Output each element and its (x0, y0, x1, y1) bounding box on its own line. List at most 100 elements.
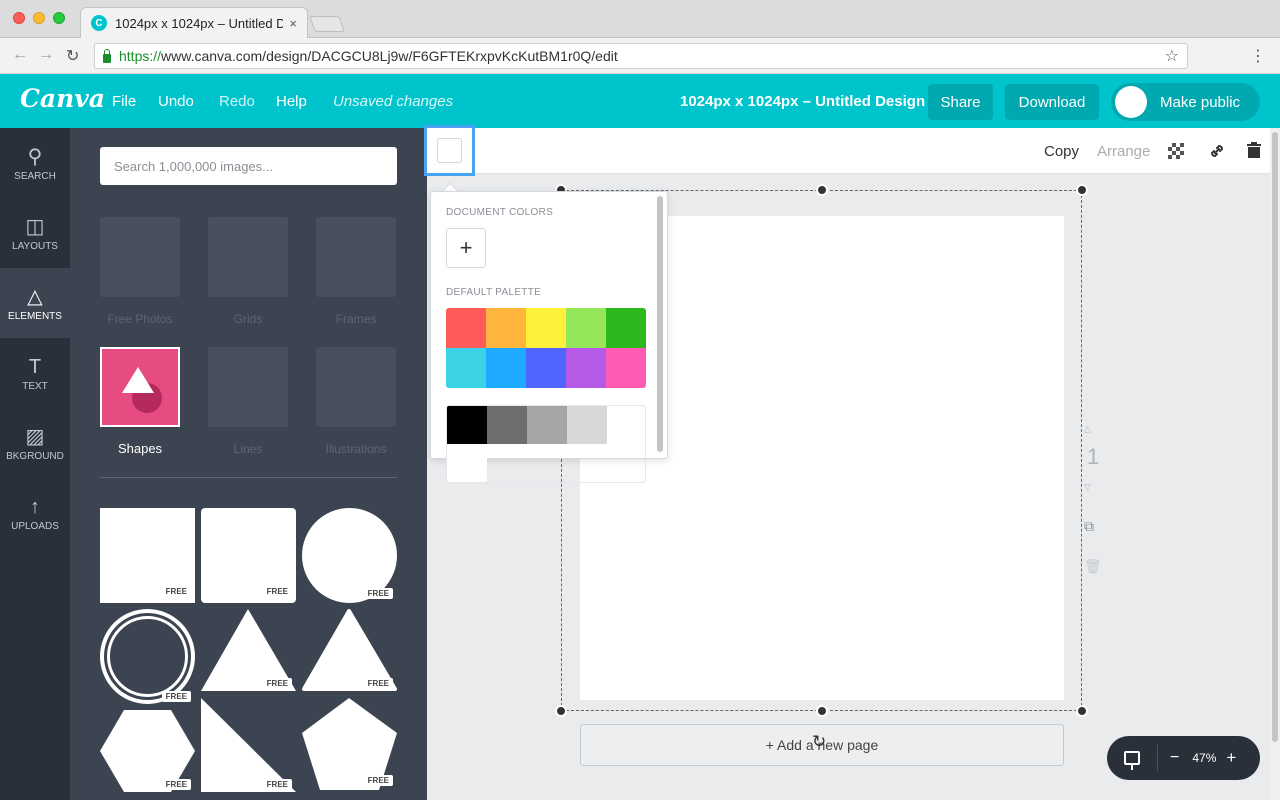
current-color-swatch (437, 138, 462, 163)
browser-menu-icon[interactable]: ⋮ (1250, 46, 1266, 66)
canvas-scrollbar[interactable] (1270, 128, 1280, 800)
resize-handle[interactable] (816, 705, 828, 717)
reload-icon[interactable]: ↻ (66, 46, 79, 66)
color-picker-button[interactable] (424, 125, 475, 176)
color-swatch[interactable] (487, 406, 527, 444)
tab-close-icon[interactable]: × (289, 16, 297, 31)
default-palette-grays (446, 405, 646, 483)
download-button[interactable]: Download (1005, 84, 1099, 120)
resize-handle[interactable] (816, 184, 828, 196)
color-swatch[interactable] (486, 308, 526, 348)
copy-button[interactable]: Copy (1044, 143, 1079, 160)
color-swatch[interactable] (447, 406, 487, 444)
color-swatch[interactable] (606, 348, 646, 388)
color-swatch[interactable] (567, 406, 607, 444)
color-swatch[interactable] (566, 348, 606, 388)
sidebar-item-label: LAYOUTS (12, 240, 58, 252)
color-swatch[interactable] (526, 348, 566, 388)
category-shapes[interactable] (100, 347, 180, 427)
window-close-button[interactable] (13, 12, 25, 24)
document-title[interactable]: 1024px x 1024px – Untitled Design (680, 93, 925, 110)
resize-handle[interactable] (1076, 705, 1088, 717)
new-tab-button[interactable] (309, 16, 345, 32)
trash-icon[interactable] (1246, 141, 1262, 164)
sidebar-item-uploads[interactable]: ↑ UPLOADS (0, 478, 70, 548)
shape-rounded-square[interactable]: FREE (201, 508, 296, 603)
color-swatch[interactable] (526, 308, 566, 348)
sidebar-item-label: BKGROUND (6, 450, 64, 462)
category-illustrations[interactable] (316, 347, 396, 427)
rotate-handle-icon[interactable]: ↻ (812, 732, 826, 752)
window-maximize-button[interactable] (53, 12, 65, 24)
color-swatch[interactable] (447, 444, 487, 482)
color-swatch[interactable] (446, 348, 486, 388)
color-swatch[interactable] (566, 308, 606, 348)
arrange-button[interactable]: Arrange (1097, 143, 1150, 160)
image-search-input[interactable]: Search 1,000,000 images... (100, 147, 397, 185)
tab-title: 1024px x 1024px – Untitled D (115, 15, 284, 31)
back-arrow-icon[interactable]: ← (12, 46, 28, 64)
search-icon: ⚲ (27, 145, 43, 168)
share-button[interactable]: Share (928, 84, 993, 120)
scrollbar-thumb[interactable] (1272, 132, 1278, 742)
zoom-level[interactable]: 47% (1192, 751, 1216, 765)
category-free-photos[interactable] (100, 217, 180, 297)
text-icon: T (28, 355, 42, 378)
shape-pentagon[interactable]: FREE (302, 698, 397, 790)
sidebar-item-layouts[interactable]: ◫ LAYOUTS (0, 198, 70, 268)
move-page-up-icon[interactable]: ▵ (1084, 420, 1091, 437)
popover-scrollbar[interactable] (657, 196, 663, 452)
add-document-color-button[interactable]: + (446, 228, 486, 268)
link-icon[interactable] (1207, 141, 1227, 166)
transparency-icon[interactable] (1168, 143, 1184, 159)
make-public-toggle[interactable]: Make public (1111, 83, 1260, 121)
shape-square[interactable]: FREE (100, 508, 195, 603)
bookmark-star-icon[interactable]: ☆ (1165, 46, 1179, 66)
shape-circle[interactable]: FREE (302, 508, 397, 603)
address-bar[interactable]: https://www.canva.com/design/DACGCU8Lj9w… (94, 43, 1188, 69)
color-swatch[interactable] (606, 308, 646, 348)
delete-page-icon[interactable]: 🗑 (1084, 558, 1102, 575)
zoom-out-button[interactable]: − (1170, 749, 1179, 767)
resize-handle[interactable] (555, 705, 567, 717)
sidebar-item-background[interactable]: ▨ BKGROUND (0, 408, 70, 478)
color-swatch[interactable] (486, 348, 526, 388)
color-swatch[interactable] (527, 406, 567, 444)
forward-arrow-icon[interactable]: → (38, 46, 54, 64)
shape-hexagon[interactable]: FREE (100, 710, 195, 792)
help-menu[interactable]: Help (276, 93, 307, 110)
move-page-down-icon[interactable]: ▿ (1084, 478, 1091, 495)
shape-triangle[interactable]: FREE (201, 609, 296, 691)
window-minimize-button[interactable] (33, 12, 45, 24)
category-lines[interactable] (208, 347, 288, 427)
sidebar-item-elements[interactable]: △ ELEMENTS (0, 268, 70, 338)
present-icon[interactable] (1124, 751, 1140, 770)
sidebar-item-search[interactable]: ⚲ SEARCH (0, 128, 70, 198)
url-text[interactable]: https://www.canva.com/design/DACGCU8Lj9w… (119, 48, 1165, 64)
undo-button[interactable]: Undo (158, 93, 194, 110)
shape-circle-outline[interactable]: FREE (100, 609, 195, 704)
color-swatch[interactable] (446, 308, 486, 348)
file-menu[interactable]: File (112, 93, 136, 110)
inner-ring (107, 616, 188, 697)
redo-button[interactable]: Redo (219, 93, 255, 110)
default-palette-heading: DEFAULT PALETTE (446, 287, 542, 298)
make-public-label: Make public (1160, 93, 1241, 111)
browser-tab[interactable]: C 1024px x 1024px – Untitled D × (80, 7, 308, 38)
zoom-in-button[interactable]: + (1226, 748, 1236, 768)
resize-handle[interactable] (1076, 184, 1088, 196)
shape-right-triangle[interactable]: FREE (201, 698, 296, 792)
category-frames[interactable] (316, 217, 396, 297)
shape-rounded-triangle[interactable]: FREE (302, 609, 397, 691)
free-badge: FREE (161, 586, 191, 597)
free-badge: FREE (363, 775, 393, 786)
duplicate-page-icon[interactable]: ⧉ (1084, 518, 1094, 535)
free-badge: FREE (363, 588, 393, 599)
sidebar-item-text[interactable]: T TEXT (0, 338, 70, 408)
category-grids[interactable] (208, 217, 288, 297)
url-path: www.canva.com/design/DACGCU8Lj9w/F6GFTEK… (161, 48, 618, 64)
canva-logo[interactable]: Canva (20, 84, 105, 113)
toggle-knob (1115, 86, 1147, 118)
free-badge: FREE (161, 691, 191, 702)
background-icon: ▨ (25, 425, 45, 448)
